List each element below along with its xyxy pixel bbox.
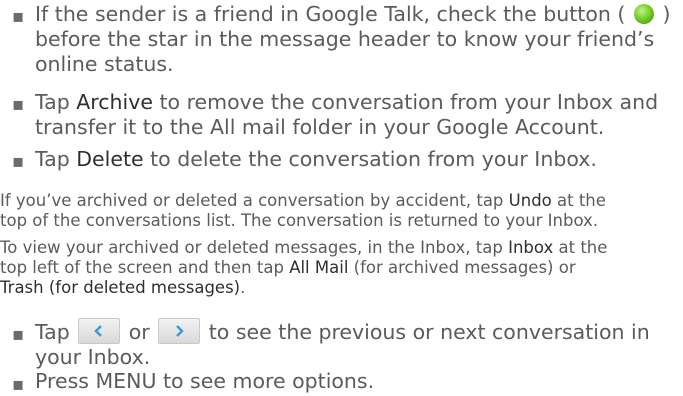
- bullet-press-menu: Press MENU to see more options.: [35, 369, 375, 393]
- bullet-prev-next: Tap or to see the previous or next conve…: [35, 318, 650, 369]
- archive-keyword: Archive: [76, 90, 153, 114]
- green-status-dot-icon: [633, 4, 654, 24]
- next-arrow-icon: [158, 318, 201, 344]
- bullet-marker: ▪: [12, 324, 25, 345]
- previous-arrow-icon: [78, 318, 121, 344]
- undo-paragraph: If you’ve archived or deleted a conversa…: [0, 191, 606, 230]
- bullet-marker: ▪: [12, 6, 25, 27]
- manual-page: ▪ If the sender is a friend in Google Ta…: [0, 0, 683, 396]
- bullet-google-talk-status: If the sender is a friend in Google Talk…: [35, 2, 671, 76]
- bullet-marker: ▪: [12, 94, 25, 115]
- delete-keyword: Delete: [76, 147, 144, 171]
- bullet-archive: Tap Archive to remove the conversation f…: [35, 90, 659, 139]
- bullet-marker: ▪: [12, 151, 25, 172]
- trash-keyword: Trash (for deleted messages): [0, 278, 241, 297]
- inbox-keyword: Inbox: [508, 238, 554, 257]
- view-archived-paragraph: To view your archived or deleted message…: [0, 238, 608, 297]
- bullet-delete: Tap Delete to delete the conversation fr…: [35, 147, 597, 171]
- bullet-marker: ▪: [12, 374, 25, 395]
- undo-keyword: Undo: [508, 191, 552, 210]
- all-mail-keyword: All Mail: [289, 258, 349, 277]
